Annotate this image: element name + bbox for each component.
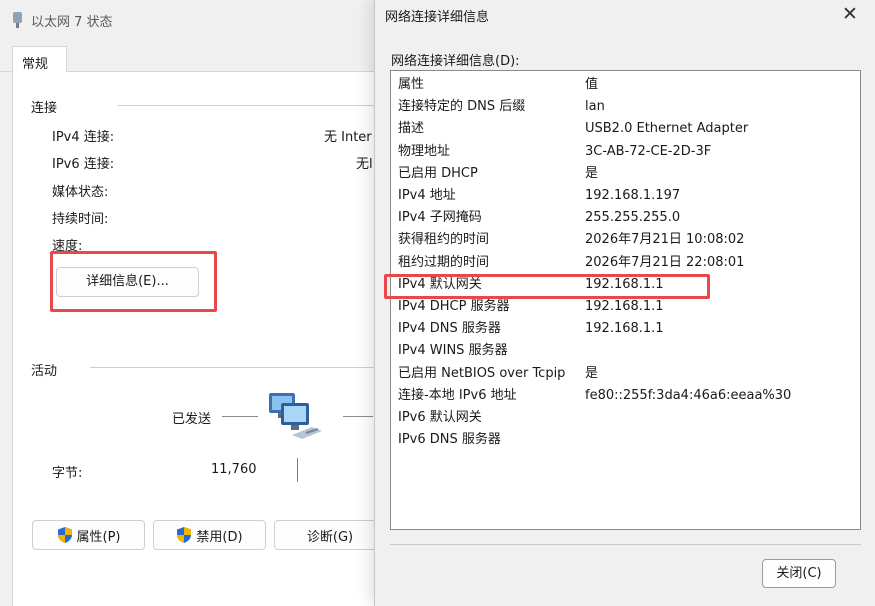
list-item-value: 2026年7月21日 10:08:02	[585, 232, 745, 248]
list-item-property: IPv4 默认网关	[398, 276, 482, 292]
list-item[interactable]: 租约过期的时间 2026年7月21日 22:08:01	[391, 252, 860, 274]
list-item-property: IPv6 DNS 服务器	[398, 432, 501, 448]
list-item-property: 已启用 DHCP	[398, 165, 478, 181]
list-item-value: 192.168.1.1	[585, 321, 664, 337]
list-item-value: 192.168.1.1	[585, 299, 664, 314]
list-item[interactable]: IPv4 DNS 服务器 192.168.1.1	[391, 318, 860, 340]
network-computers-icon	[269, 393, 322, 439]
list-item-value: 是	[585, 165, 599, 181]
list-item-value: 是	[585, 365, 599, 381]
uac-shield-icon	[177, 527, 192, 543]
list-item-value: 255.255.255.0	[585, 210, 681, 226]
list-item[interactable]: 物理地址 3C-AB-72-CE-2D-3F	[391, 141, 860, 163]
ipv6-connectivity-value: 无l	[356, 157, 373, 172]
activity-group-rule	[90, 367, 380, 368]
list-item-property: 描述	[398, 121, 425, 137]
list-item[interactable]: 获得租约的时间 2026年7月21日 10:08:02	[391, 229, 860, 251]
bytes-sent-value: 11,760	[211, 462, 257, 477]
list-item[interactable]: IPv4 子网掩码 255.255.255.0	[391, 207, 860, 229]
duration-label: 持续时间:	[52, 212, 109, 227]
ethernet-status-window: 以太网 7 状态 常规 连接 IPv4 连接: 无 Inter IPv6 连接:…	[0, 0, 386, 606]
list-item[interactable]: IPv4 默认网关 192.168.1.1	[391, 274, 860, 296]
list-item[interactable]: 已启用 NetBIOS over Tcpip 是	[391, 363, 860, 385]
list-item-value: fe80::255f:3da4:46a6:eeaa%30	[585, 387, 792, 403]
ipv4-connectivity-value: 无 Inter	[324, 130, 372, 145]
list-item-value: 2026年7月21日 22:08:01	[585, 254, 745, 270]
status-window-title: 以太网 7 状态	[31, 14, 113, 30]
sent-label: 已发送	[172, 412, 212, 427]
details-window-title: 网络连接详细信息	[385, 10, 490, 25]
list-item[interactable]: 连接-本地 IPv6 地址 fe80::255f:3da4:46a6:eeaa%3…	[391, 385, 860, 407]
bytes-label: 字节:	[52, 466, 83, 481]
list-item-property: 租约过期的时间	[398, 254, 490, 270]
list-item[interactable]: IPv4 DHCP 服务器 192.168.1.1	[391, 296, 860, 318]
list-header-row: 属性 值	[391, 74, 860, 96]
list-item[interactable]: 连接特定的 DNS 后缀 lan	[391, 96, 860, 118]
received-line	[343, 416, 373, 417]
list-item-property: 连接-本地 IPv6 地址	[398, 387, 517, 403]
list-item-property: IPv6 默认网关	[398, 410, 482, 425]
speed-label: 速度:	[52, 239, 83, 254]
list-item[interactable]: IPv6 DNS 服务器	[391, 429, 860, 451]
list-item-property: IPv4 WINS 服务器	[398, 343, 508, 359]
list-item-value: lan	[585, 99, 605, 115]
list-item-value: 192.168.1.1	[585, 276, 664, 292]
list-item-value: 192.168.1.197	[585, 188, 681, 203]
network-adapter-icon	[12, 12, 23, 28]
list-item-property: 获得租约的时间	[398, 232, 490, 248]
diagnose-button-label: 诊断(G)	[306, 529, 354, 545]
uac-shield-icon	[57, 527, 72, 543]
network-connection-details-window: 网络连接详细信息 ✕ 网络连接详细信息(D): 属性 值 连接特定的 DNS 后…	[374, 0, 875, 606]
close-button[interactable]: 关闭(C)	[762, 559, 836, 588]
header-value: 值	[585, 77, 599, 92]
list-item-property: 物理地址	[398, 143, 451, 159]
details-list[interactable]: 属性 值 连接特定的 DNS 后缀 lan 描述 USB2.0 Ethernet Ad…	[390, 70, 861, 530]
connection-group-label: 连接	[31, 101, 58, 116]
tab-general[interactable]: 常规	[12, 46, 67, 73]
list-item-property: 连接特定的 DNS 后缀	[398, 99, 526, 115]
status-window-titlebar: 以太网 7 状态	[12, 10, 113, 30]
ipv4-connectivity-label: IPv4 连接:	[52, 130, 115, 145]
disable-button[interactable]: 禁用(D)	[153, 520, 266, 550]
header-property: 属性	[398, 77, 425, 92]
media-state-label: 媒体状态:	[52, 185, 109, 200]
diagnose-button[interactable]: 诊断(G)	[274, 520, 386, 550]
list-item-property: IPv4 DHCP 服务器	[398, 299, 510, 314]
disable-button-label: 禁用(D)	[196, 529, 243, 545]
list-item-value: 3C-AB-72-CE-2D-3F	[585, 143, 712, 159]
properties-button-label: 属性(P)	[76, 529, 121, 545]
properties-button[interactable]: 属性(P)	[32, 520, 145, 550]
list-item-property: IPv4 地址	[398, 188, 456, 203]
list-item[interactable]: IPv4 地址 192.168.1.197	[391, 185, 860, 207]
list-item[interactable]: IPv6 默认网关	[391, 407, 860, 429]
list-item-value: USB2.0 Ethernet Adapter	[585, 121, 749, 137]
ipv6-connectivity-label: IPv6 连接:	[52, 157, 115, 172]
sent-line	[222, 416, 258, 417]
list-item[interactable]: IPv4 WINS 服务器	[391, 340, 860, 362]
activity-group-label: 活动	[31, 364, 58, 379]
close-icon[interactable]: ✕	[839, 3, 861, 25]
list-item-property: IPv4 子网掩码	[398, 210, 482, 226]
details-list-caption: 网络连接详细信息(D):	[391, 54, 520, 69]
list-item-property: 已启用 NetBIOS over Tcpip	[398, 365, 566, 381]
connection-group-rule	[118, 105, 380, 106]
list-item[interactable]: 描述 USB2.0 Ethernet Adapter	[391, 118, 860, 140]
details-button[interactable]: 详细信息(E)...	[56, 267, 199, 297]
list-item[interactable]: 已启用 DHCP 是	[391, 163, 860, 185]
list-item-property: IPv4 DNS 服务器	[398, 321, 501, 337]
bytes-divider	[297, 458, 298, 482]
button-separator	[390, 544, 861, 545]
